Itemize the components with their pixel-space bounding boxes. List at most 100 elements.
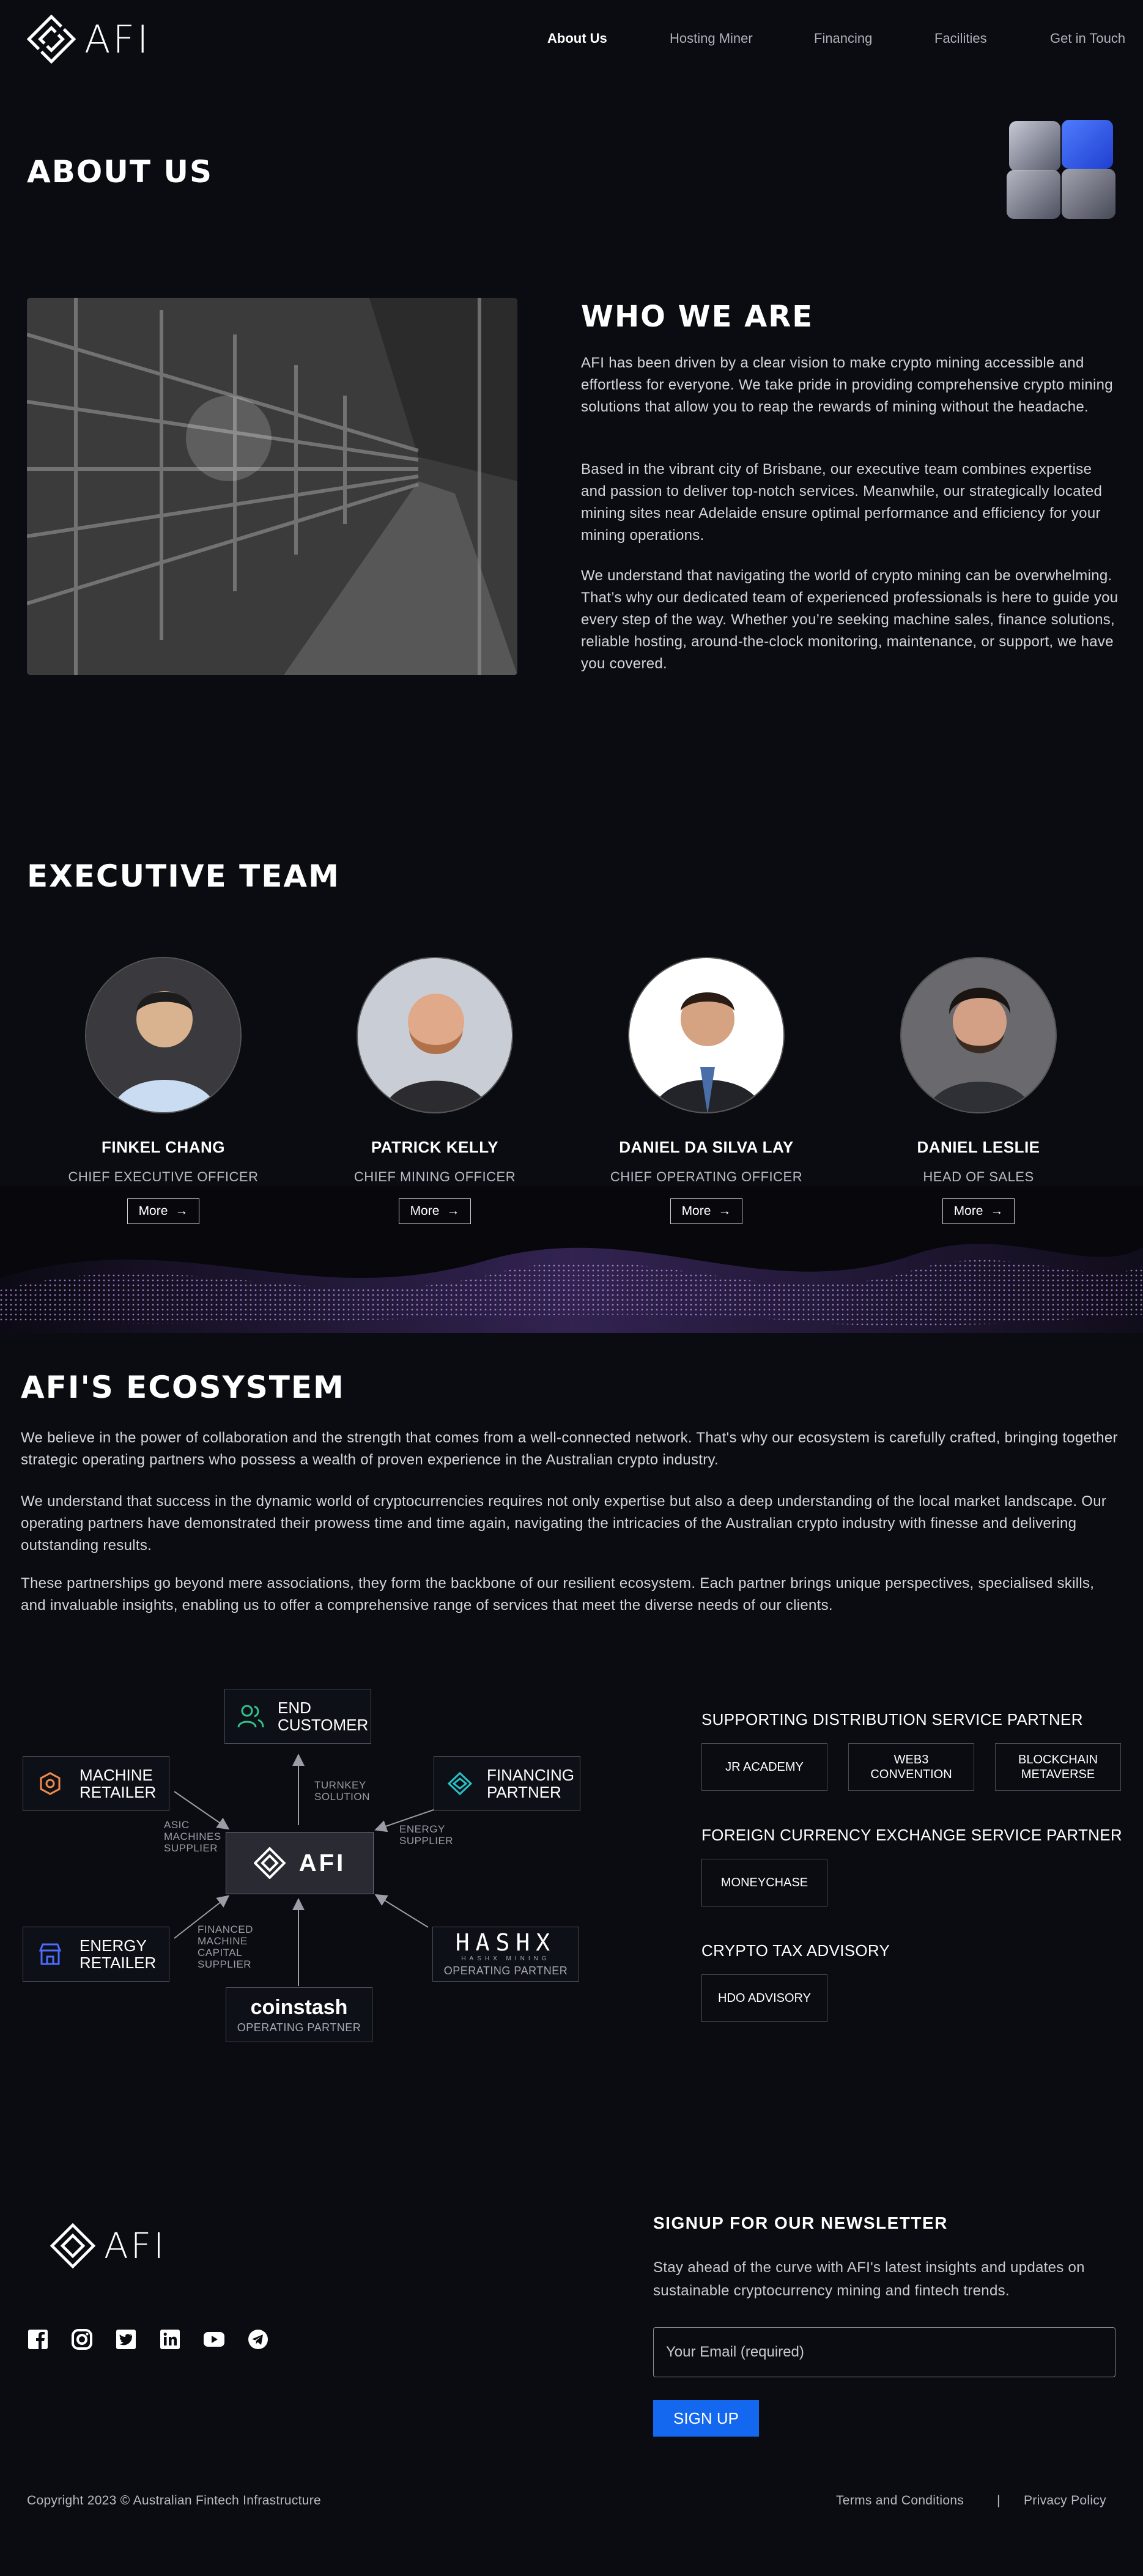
- users-icon: [237, 1705, 264, 1728]
- top-navigation: AFI About Us Hosting Miner Financing Fac…: [0, 0, 1143, 79]
- financed-line-3: CAPITAL: [198, 1947, 243, 1958]
- end-customer-label: END CUSTOMER: [278, 1699, 368, 1733]
- hashx-partner-node: HASHX HASHX MINING OPERATING PARTNER: [432, 1927, 579, 1982]
- energy-supplier-line-1: ENERGY: [399, 1823, 445, 1835]
- coinstash-logo: coinstash: [250, 1995, 348, 2019]
- turnkey-note: TURNKEY SOLUTION: [314, 1779, 370, 1803]
- avatar-portrait: [629, 958, 783, 1112]
- machine-retailer-node: MACHINE RETAILER: [23, 1756, 169, 1811]
- arrow-right-icon: →: [446, 1204, 460, 1218]
- financing-partner-line-2: PARTNER: [487, 1783, 561, 1801]
- signup-button[interactable]: SIGN UP: [653, 2400, 759, 2437]
- terms-link[interactable]: Terms and Conditions: [836, 2493, 964, 2508]
- energy-supplier-line-2: SUPPLIER: [399, 1835, 454, 1847]
- more-button[interactable]: More →: [127, 1198, 199, 1224]
- about-paragraph-1: AFI has been driven by a clear vision to…: [581, 355, 1113, 415]
- nav-about-us[interactable]: About Us: [547, 31, 607, 46]
- team-member-card: DANIEL DA SILVA LAY CHIEF OPERATING OFFI…: [578, 957, 835, 1224]
- footer-brand-name: AFI: [104, 2225, 167, 2267]
- partner-box-hdo-advisory[interactable]: HDO ADVISORY: [701, 1974, 827, 2022]
- partner-name: MONEYCHASE: [720, 1876, 808, 1889]
- copyright-text: Copyright 2023 © Australian Fintech Infr…: [27, 2493, 322, 2508]
- more-label: More: [953, 1204, 983, 1218]
- asic-note: ASIC MACHINES SUPPLIER: [164, 1819, 221, 1854]
- asic-line-3: SUPPLIER: [164, 1842, 218, 1854]
- more-label: More: [681, 1204, 711, 1218]
- partner-name-line-2: METAVERSE: [1021, 1768, 1095, 1781]
- partner-box-moneychase[interactable]: MONEYCHASE: [701, 1859, 827, 1906]
- member-name: DANIEL LESLIE: [917, 1138, 1040, 1156]
- brand-logo[interactable]: AFI: [27, 15, 150, 64]
- member-avatar: [900, 957, 1057, 1113]
- twitter-icon[interactable]: [115, 2328, 137, 2350]
- nav-facilities[interactable]: Facilities: [934, 31, 987, 46]
- member-name: FINKEL CHANG: [102, 1138, 225, 1156]
- end-customer-node: END CUSTOMER: [224, 1689, 371, 1744]
- newsletter-description: Stay ahead of the curve with AFI's lates…: [653, 2259, 1085, 2299]
- ecosystem-paragraph-3: These partnerships go beyond mere associ…: [21, 1575, 1095, 1614]
- about-paragraph-2: Based in the vibrant city of Brisbane, o…: [581, 461, 1103, 544]
- member-avatar: [85, 957, 242, 1113]
- partner-box-blockchain-metaverse[interactable]: BLOCKCHAIN METAVERSE: [995, 1743, 1121, 1791]
- member-name: DANIEL DA SILVA LAY: [619, 1138, 794, 1156]
- afi-center-label: AFI: [298, 1849, 346, 1877]
- end-customer-line-2: CUSTOMER: [278, 1716, 369, 1734]
- youtube-icon[interactable]: [203, 2328, 225, 2350]
- financed-note: FINANCED MACHINE CAPITAL SUPPLIER: [198, 1924, 253, 1970]
- hexagon-icon: [40, 1772, 61, 1795]
- nav-hosting-miner[interactable]: Hosting Miner: [670, 31, 753, 46]
- team-member-card: FINKEL CHANG CHIEF EXECUTIVE OFFICER Mor…: [35, 957, 292, 1224]
- financed-line-4: SUPPLIER: [198, 1958, 252, 1970]
- energy-supplier-note: ENERGY SUPPLIER: [399, 1823, 453, 1847]
- server-racks-image: [27, 298, 517, 675]
- coinstash-partner-node: coinstash OPERATING PARTNER: [226, 1987, 372, 2042]
- linkedin-icon[interactable]: [159, 2328, 181, 2350]
- partner-name-line-1: WEB3: [893, 1753, 929, 1766]
- more-label: More: [410, 1204, 440, 1218]
- store-icon: [39, 1943, 62, 1965]
- facebook-icon[interactable]: [27, 2328, 49, 2350]
- partner-box-web3-convention[interactable]: WEB3 CONVENTION: [848, 1743, 974, 1791]
- partner-group-title-forex: FOREIGN CURRENCY EXCHANGE SERVICE PARTNE…: [701, 1826, 1122, 1844]
- mining-facility-photo: [27, 298, 517, 675]
- instagram-icon[interactable]: [71, 2328, 93, 2350]
- who-we-are-title: WHO WE ARE: [581, 300, 813, 334]
- more-button[interactable]: More →: [942, 1198, 1015, 1224]
- handshake-icon: [447, 1771, 473, 1796]
- hashx-role: OPERATING PARTNER: [443, 1965, 568, 1977]
- newsletter-email-input[interactable]: [653, 2327, 1115, 2377]
- ecosystem-title: AFI'S ECOSYSTEM: [21, 1370, 345, 1405]
- executive-team-title: EXECUTIVE TEAM: [27, 858, 340, 894]
- member-role: CHIEF EXECUTIVE OFFICER: [68, 1169, 259, 1184]
- more-button[interactable]: More →: [399, 1198, 471, 1224]
- afi-logo-icon: [50, 2223, 95, 2268]
- nav-financing[interactable]: Financing: [814, 31, 872, 46]
- avatar-portrait: [901, 958, 1056, 1112]
- privacy-link[interactable]: Privacy Policy: [1024, 2493, 1106, 2508]
- machine-retailer-line-2: RETAILER: [80, 1783, 157, 1801]
- afi-logo-icon: [253, 1847, 286, 1879]
- financed-line-2: MACHINE: [198, 1935, 248, 1947]
- asic-line-1: ASIC: [164, 1819, 190, 1831]
- financing-partner-node: FINANCING PARTNER: [434, 1756, 580, 1811]
- avatar-portrait: [358, 958, 512, 1112]
- team-member-card: PATRICK KELLY CHIEF MINING OFFICER More →: [306, 957, 563, 1224]
- energy-retailer-line-1: ENERGY: [80, 1936, 147, 1955]
- end-customer-line-1: END: [278, 1699, 311, 1717]
- team-member-card: DANIEL LESLIE HEAD OF SALES More →: [850, 957, 1107, 1224]
- newsletter-title: SIGNUP FOR OUR NEWSLETTER: [653, 2213, 948, 2232]
- nav-get-in-touch[interactable]: Get in Touch: [1050, 31, 1125, 46]
- partner-group-title-distribution: SUPPORTING DISTRIBUTION SERVICE PARTNER: [701, 1710, 1083, 1729]
- energy-retailer-line-2: RETAILER: [80, 1954, 157, 1972]
- asic-line-2: MACHINES: [164, 1831, 221, 1842]
- avatar-portrait: [86, 958, 240, 1112]
- telegram-icon[interactable]: [247, 2328, 269, 2350]
- ecosystem-paragraph-2: We understand that success in the dynami…: [21, 1493, 1107, 1554]
- hashx-tagline: HASHX MINING: [461, 1955, 550, 1962]
- arrow-right-icon: →: [718, 1204, 731, 1218]
- member-role: HEAD OF SALES: [923, 1169, 1034, 1184]
- more-button[interactable]: More →: [670, 1198, 742, 1224]
- financing-partner-line-1: FINANCING: [487, 1766, 574, 1784]
- partner-box-jr-academy[interactable]: JR ACADEMY: [701, 1743, 827, 1791]
- footer-brand-logo[interactable]: AFI: [50, 2223, 166, 2268]
